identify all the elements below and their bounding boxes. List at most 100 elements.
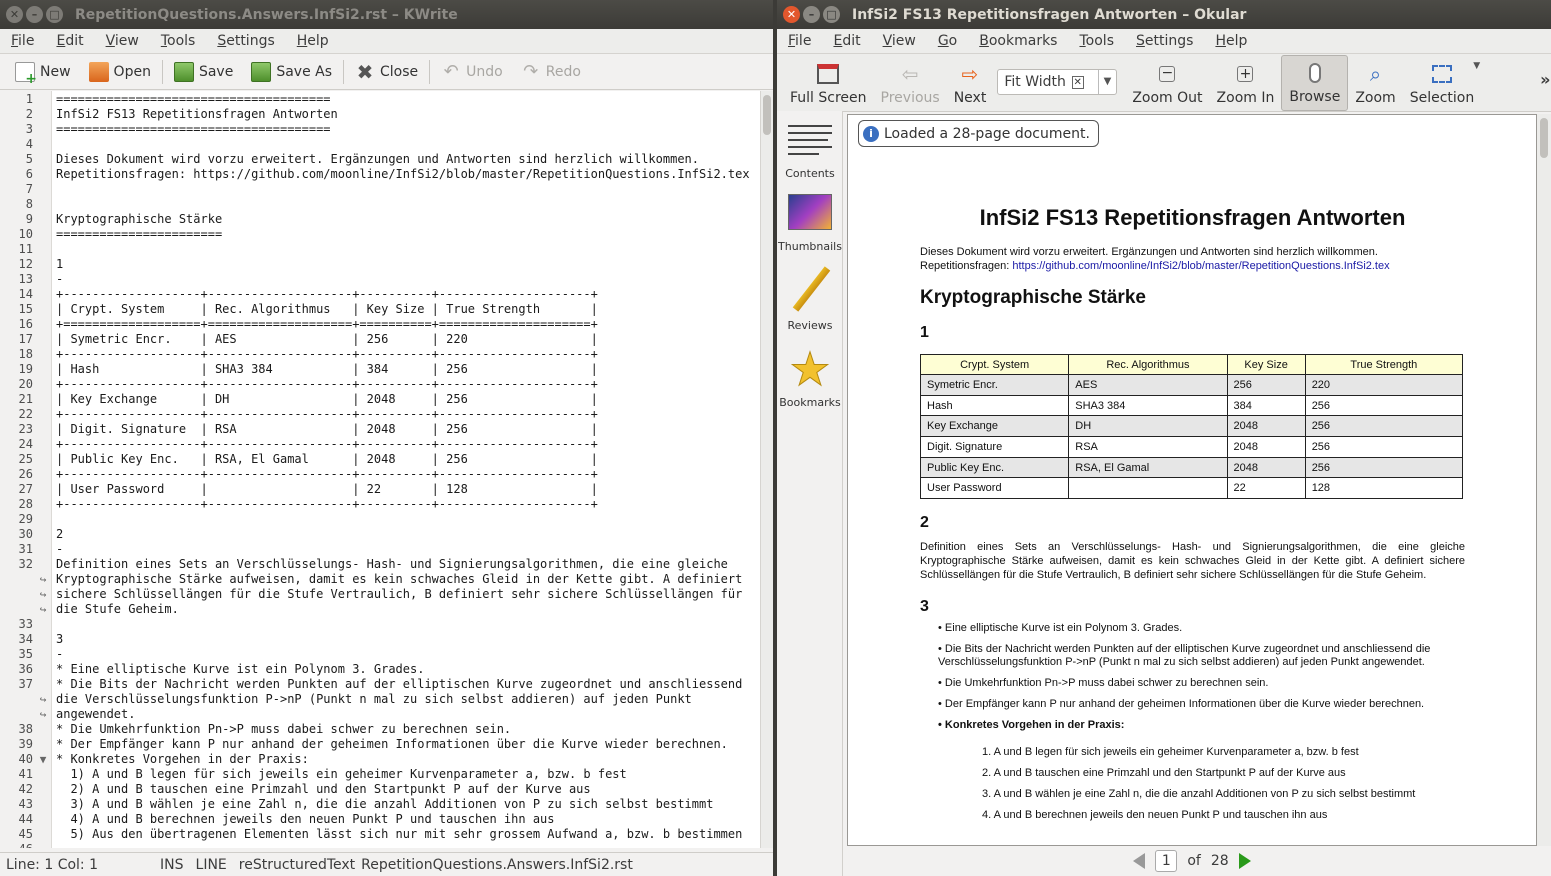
fold-arrow-icon[interactable]: ▼ bbox=[36, 752, 50, 767]
editor-line[interactable]: ↪ die Verschlüsselungsfunktion P->nP (Pun… bbox=[0, 692, 760, 707]
editor-line[interactable]: 4 bbox=[0, 137, 760, 152]
editor-line[interactable]: 28 +-------------------+-----------------… bbox=[0, 497, 760, 512]
save-as-button[interactable]: Save As bbox=[242, 57, 341, 87]
editor-line[interactable]: ↪ Kryptographische Stärke aufweisen, dami… bbox=[0, 572, 760, 587]
selection-mode[interactable]: LINE bbox=[196, 857, 227, 873]
menu-view[interactable]: View bbox=[872, 33, 927, 49]
editor-line[interactable]: 12 1 bbox=[0, 257, 760, 272]
document-vertical-scrollbar[interactable] bbox=[1537, 114, 1551, 846]
redo-button[interactable]: ↷ Redo bbox=[512, 57, 590, 87]
editor-line[interactable]: 35 - bbox=[0, 647, 760, 662]
sidebar-item-thumbnails[interactable]: Thumbnails bbox=[777, 194, 843, 253]
menu-help[interactable]: Help bbox=[1204, 33, 1258, 49]
syntax-mode[interactable]: reStructuredText bbox=[239, 857, 355, 873]
editor-line[interactable]: 17 | Symetric Encr. | AES | 256 | 220 | bbox=[0, 332, 760, 347]
editor-line[interactable]: 46 bbox=[0, 842, 760, 848]
minimize-window-icon[interactable]: – bbox=[26, 6, 43, 23]
insert-mode[interactable]: INS bbox=[160, 857, 184, 873]
chevron-down-icon[interactable]: ▼ bbox=[1097, 70, 1117, 94]
editor-line[interactable]: 19 | Hash | SHA3 384 | 384 | 256 | bbox=[0, 362, 760, 377]
menu-tools[interactable]: Tools bbox=[150, 33, 207, 49]
scrollbar-thumb[interactable] bbox=[763, 95, 771, 135]
maximize-window-icon[interactable]: □ bbox=[46, 6, 63, 23]
minimize-window-icon[interactable]: – bbox=[803, 6, 820, 23]
editor-line[interactable]: ↪ die Stufe Geheim. bbox=[0, 602, 760, 617]
editor-line[interactable]: 6 Repetitionsfragen: https://github.com/m… bbox=[0, 167, 760, 182]
zoom-in-button[interactable]: + Zoom In bbox=[1210, 62, 1282, 111]
close-window-icon[interactable]: ✕ bbox=[6, 6, 23, 23]
editor-line[interactable]: 45 5) Aus den übertragenen Elementen läs… bbox=[0, 827, 760, 842]
menu-edit[interactable]: Edit bbox=[45, 33, 94, 49]
document-view[interactable]: i Loaded a 28-page document. InfSi2 FS13… bbox=[847, 114, 1537, 846]
editor-line[interactable]: 31 - bbox=[0, 542, 760, 557]
menu-tools[interactable]: Tools bbox=[1068, 33, 1125, 49]
editor-line[interactable]: 2 InfSi2 FS13 Repetitionsfragen Antworten bbox=[0, 107, 760, 122]
clear-icon[interactable]: ✕ bbox=[1071, 75, 1084, 89]
next-button[interactable]: ⇨ Next bbox=[947, 62, 994, 111]
editor-line[interactable]: 36 * Eine elliptische Kurve ist ein Polyn… bbox=[0, 662, 760, 677]
chevron-down-icon[interactable]: ▼ bbox=[1473, 61, 1480, 71]
menu-settings[interactable]: Settings bbox=[206, 33, 285, 49]
menu-file[interactable]: File bbox=[0, 33, 45, 49]
zoom-tool-button[interactable]: ⌕ Zoom bbox=[1348, 62, 1402, 111]
editor-line[interactable]: 21 | Key Exchange | DH | 2048 | 256 | bbox=[0, 392, 760, 407]
undo-button[interactable]: ↶ Undo bbox=[432, 57, 512, 87]
editor-line[interactable]: 43 3) A und B wählen je eine Zahl n, die… bbox=[0, 797, 760, 812]
sidebar-item-contents[interactable]: Contents bbox=[777, 121, 843, 180]
editor-line[interactable]: 20 +-------------------+-----------------… bbox=[0, 377, 760, 392]
editor-line[interactable]: 30 2 bbox=[0, 527, 760, 542]
editor-line[interactable]: 7 bbox=[0, 182, 760, 197]
editor-line[interactable]: 40 ▼ * Konkretes Vorgehen in der Praxis: bbox=[0, 752, 760, 767]
close-window-icon[interactable]: ✕ bbox=[783, 6, 800, 23]
close-button[interactable]: ✖ Close bbox=[346, 57, 427, 87]
menu-go[interactable]: Go bbox=[927, 33, 968, 49]
previous-page-icon[interactable] bbox=[1133, 853, 1146, 869]
sidebar-item-reviews[interactable]: Reviews bbox=[777, 266, 843, 332]
editor-line[interactable]: 34 3 bbox=[0, 632, 760, 647]
menu-view[interactable]: View bbox=[95, 33, 150, 49]
editor-line[interactable]: 22 +-------------------+-----------------… bbox=[0, 407, 760, 422]
text-editor[interactable]: 1 ====================================== 2… bbox=[0, 91, 760, 848]
menu-settings[interactable]: Settings bbox=[1125, 33, 1204, 49]
editor-line[interactable]: 15 | Crypt. System | Rec. Algorithmus | K… bbox=[0, 302, 760, 317]
editor-line[interactable]: 25 | Public Key Enc. | RSA, El Gamal | 20… bbox=[0, 452, 760, 467]
save-button[interactable]: Save bbox=[165, 57, 242, 87]
editor-line[interactable]: 39 * Der Empfänger kann P nur anhand der … bbox=[0, 737, 760, 752]
full-screen-button[interactable]: Full Screen bbox=[783, 62, 874, 111]
editor-line[interactable]: 29 bbox=[0, 512, 760, 527]
editor-line[interactable]: 23 | Digit. Signature | RSA | 2048 | 256 … bbox=[0, 422, 760, 437]
scrollbar-thumb[interactable] bbox=[1540, 118, 1548, 158]
editor-line[interactable]: 11 bbox=[0, 242, 760, 257]
zoom-out-button[interactable]: − Zoom Out bbox=[1125, 62, 1209, 111]
editor-line[interactable]: ↪ angewendet. bbox=[0, 707, 760, 722]
editor-vertical-scrollbar[interactable] bbox=[760, 91, 773, 848]
repetitions-link[interactable]: https://github.com/moonline/InfSi2/blob/… bbox=[1012, 260, 1389, 272]
editor-line[interactable]: 44 4) A und B berechnen jeweils den neue… bbox=[0, 812, 760, 827]
editor-line[interactable]: 1 ====================================== bbox=[0, 92, 760, 107]
editor-line[interactable]: 10 ======================= bbox=[0, 227, 760, 242]
editor-line[interactable]: 24 +-------------------+-----------------… bbox=[0, 437, 760, 452]
editor-line[interactable]: 13 - bbox=[0, 272, 760, 287]
sidebar-item-bookmarks[interactable]: ★ Bookmarks bbox=[777, 346, 843, 410]
browse-tool-button[interactable]: Browse bbox=[1281, 55, 1349, 111]
open-button[interactable]: Open bbox=[80, 57, 160, 87]
page-number-input[interactable]: 1 bbox=[1155, 850, 1178, 872]
editor-line[interactable]: 8 bbox=[0, 197, 760, 212]
menu-edit[interactable]: Edit bbox=[822, 33, 871, 49]
menu-help[interactable]: Help bbox=[286, 33, 340, 49]
editor-line[interactable]: 38 * Die Umkehrfunktion Pn->P muss dabei … bbox=[0, 722, 760, 737]
zoom-select[interactable]: Fit Width ✕ ▼ bbox=[997, 69, 1118, 95]
editor-line[interactable]: 26 +-------------------+-----------------… bbox=[0, 467, 760, 482]
editor-line[interactable]: 37 * Die Bits der Nachricht werden Punkte… bbox=[0, 677, 760, 692]
next-page-icon[interactable] bbox=[1238, 853, 1251, 869]
new-button[interactable]: + New bbox=[6, 57, 80, 87]
editor-line[interactable]: 33 bbox=[0, 617, 760, 632]
editor-line[interactable]: 16 +===================+=================… bbox=[0, 317, 760, 332]
toolbar-overflow-button[interactable]: » bbox=[1540, 70, 1550, 89]
editor-line[interactable]: 42 2) A und B tauschen eine Primzahl und… bbox=[0, 782, 760, 797]
previous-button[interactable]: ⇦ Previous bbox=[874, 62, 947, 111]
editor-line[interactable]: 27 | User Password | | 22 | 128 | bbox=[0, 482, 760, 497]
editor-line[interactable]: 41 1) A und B legen für sich jeweils ein… bbox=[0, 767, 760, 782]
editor-line[interactable]: 32 Definition eines Sets an Verschlüsselu… bbox=[0, 557, 760, 572]
menu-bookmarks[interactable]: Bookmarks bbox=[968, 33, 1068, 49]
